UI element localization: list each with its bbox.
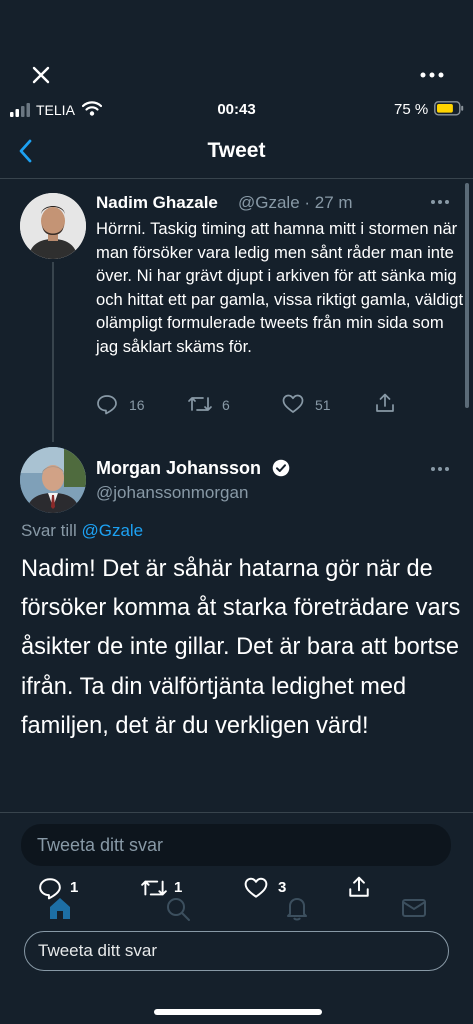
- more-options-icon[interactable]: [430, 199, 450, 205]
- retweet-icon[interactable]: [140, 876, 168, 900]
- reply-icon[interactable]: [96, 393, 118, 415]
- reply-input[interactable]: Tweeta ditt svar: [21, 824, 451, 866]
- reply-to-line: Svar till @Gzale: [21, 521, 143, 541]
- like-icon[interactable]: [282, 394, 304, 414]
- battery-icon: [434, 101, 464, 116]
- page-title: Tweet: [207, 139, 266, 162]
- like-icon[interactable]: [244, 877, 268, 899]
- notifications-tab-icon[interactable]: [284, 895, 310, 921]
- retweet-count: 1: [174, 879, 183, 896]
- more-options-icon[interactable]: [420, 68, 444, 82]
- verified-badge-icon: [272, 459, 290, 477]
- more-options-icon[interactable]: [430, 466, 450, 472]
- reply-to-handle[interactable]: @Gzale: [81, 521, 143, 540]
- like-count: 51: [315, 397, 331, 413]
- like-count: 3: [278, 879, 287, 896]
- close-icon[interactable]: [30, 64, 52, 86]
- reply-icon[interactable]: [38, 876, 62, 900]
- avatar[interactable]: [20, 193, 86, 259]
- battery-percent: 75 %: [394, 101, 429, 118]
- retweet-icon[interactable]: [187, 393, 213, 415]
- share-icon[interactable]: [374, 392, 396, 414]
- reply-input[interactable]: Tweeta ditt svar: [24, 931, 449, 971]
- author-name[interactable]: Morgan Johansson: [96, 458, 261, 479]
- divider: [0, 812, 473, 813]
- retweet-count: 6: [222, 397, 230, 413]
- tweet-text: Hörrni. Taskig timing att hamna mitt i s…: [96, 219, 464, 356]
- messages-tab-icon[interactable]: [401, 897, 427, 919]
- share-icon[interactable]: [347, 875, 371, 899]
- divider: [0, 178, 473, 179]
- author-name[interactable]: Nadim Ghazale: [96, 193, 218, 213]
- reply-to-prefix: Svar till: [21, 521, 82, 540]
- reply-input-placeholder: Tweeta ditt svar: [37, 835, 164, 855]
- author-handle-time[interactable]: @Gzale · 27 m: [238, 193, 353, 213]
- tweet-text: Nadim! Det är såhär hatarna gör när de f…: [21, 556, 461, 739]
- thread-connector-line: [52, 262, 54, 442]
- scrollbar[interactable]: [465, 183, 469, 408]
- reply-input-label: Tweeta ditt svar: [38, 941, 158, 960]
- reply-count: 16: [129, 397, 145, 413]
- home-indicator[interactable]: [154, 1009, 322, 1015]
- reply-count: 1: [70, 879, 79, 896]
- search-tab-icon[interactable]: [165, 896, 191, 922]
- avatar[interactable]: [20, 447, 86, 513]
- author-handle[interactable]: @johanssonmorgan: [96, 483, 248, 503]
